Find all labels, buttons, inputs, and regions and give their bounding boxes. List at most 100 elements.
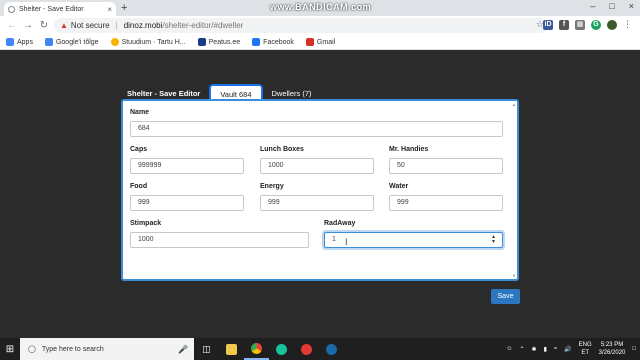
bookmark-stuudium[interactable]: Stuudium · Tartu H... (110, 38, 186, 46)
water-input[interactable]: 999 (389, 195, 503, 211)
radaway-label: RadAway (324, 220, 356, 227)
extensions-area: iD f ▦ G ⋮ (543, 19, 632, 30)
windows-taskbar: ⊞ ◯ Type here to search 🎤 ◫ ☺ ⌃ ✱ ▮ ≈ 🔊 … (0, 338, 640, 360)
new-tab-button[interactable]: + (121, 2, 127, 14)
bandicam-watermark: www.BANDICAM.com (270, 2, 372, 12)
water-label: Water (389, 183, 409, 190)
energy-input[interactable]: 999 (260, 195, 374, 211)
gmail-icon (305, 38, 314, 46)
apps-grid-icon (6, 38, 14, 46)
minimize-button[interactable]: – (590, 1, 595, 11)
search-placeholder: Type here to search (41, 345, 104, 353)
bandicam-taskbar-icon[interactable] (294, 338, 319, 360)
bookmark-label: Gmail (316, 38, 336, 46)
save-button[interactable]: Save (491, 289, 520, 304)
bookmark-label: Stuudium · Tartu H... (121, 38, 186, 46)
page-content: Shelter - Save Editor Vault 684 Dwellers… (0, 51, 640, 338)
url-host: dinoz.mobi (123, 21, 163, 30)
language-indicator[interactable]: ENG ET (579, 341, 592, 357)
url-path: /shelter-editor/#dweller (162, 21, 244, 30)
extension-box-icon[interactable]: ▦ (575, 19, 585, 30)
tab-title: Shelter - Save Editor (19, 5, 84, 13)
file-explorer-icon[interactable] (219, 338, 244, 360)
lang-top: ENG (578, 342, 592, 348)
panel-scrollbar[interactable]: ▲ ▼ (512, 101, 517, 279)
facebook-icon (252, 38, 261, 46)
stuudium-icon (110, 38, 119, 46)
search-icon: ◯ (28, 346, 36, 353)
bookmark-label: Facebook (263, 38, 294, 46)
mrhandies-input[interactable]: 50 (389, 158, 503, 174)
bluetooth-icon[interactable]: ✱ (532, 346, 537, 353)
bookmark-label: Google'i tõlge (55, 38, 99, 46)
bookmark-gmail[interactable]: Gmail (305, 38, 336, 46)
bookmark-google-translate[interactable]: Google'i tõlge (44, 38, 99, 46)
bookmark-facebook[interactable]: Facebook (252, 38, 294, 46)
window-controls: – □ × (590, 1, 634, 11)
windows-start-icon[interactable]: ⊞ (0, 338, 20, 360)
energy-label: Energy (260, 183, 284, 190)
bookmark-label: Apps (17, 38, 33, 46)
clock-date: 3/26/2020 (598, 350, 626, 356)
stimpack-input[interactable]: 1000 (130, 232, 309, 248)
extension-grammarly-icon[interactable]: G (591, 19, 601, 30)
browser-tab[interactable]: Shelter - Save Editor × (4, 2, 116, 16)
back-arrow-icon[interactable]: ← (4, 20, 20, 31)
battery-icon[interactable]: ▮ (544, 346, 547, 353)
browser-menu-icon[interactable]: ⋮ (623, 19, 632, 30)
name-label: Name (130, 109, 150, 116)
maximize-button[interactable]: □ (609, 1, 614, 11)
vault-panel: Name 684 Caps 999999 Lunch Boxes 1000 Mr… (121, 99, 519, 281)
bookmark-apps[interactable]: Apps (6, 38, 33, 46)
google-translate-icon (44, 38, 53, 46)
chrome-taskbar-icon[interactable] (244, 338, 269, 360)
clock-time: 5:23 PM (600, 342, 624, 348)
system-tray: ☺ ⌃ ✱ ▮ ≈ 🔊 ENG ET 5:23 PM 3/26/2020 □ (506, 338, 636, 360)
caps-label: Caps (130, 146, 148, 153)
volume-icon[interactable]: 🔊 (564, 346, 571, 353)
radaway-input[interactable]: 1 I ▲ ▼ (324, 232, 503, 248)
steam-taskbar-icon[interactable] (319, 338, 344, 360)
grammarly-taskbar-icon[interactable] (269, 338, 294, 360)
name-input[interactable]: 684 (130, 121, 503, 137)
microphone-icon[interactable]: 🎤 (178, 345, 188, 354)
peatus-icon (197, 38, 206, 46)
people-icon[interactable]: ☺ (506, 346, 512, 352)
number-spinner[interactable]: ▲ ▼ (491, 235, 496, 245)
not-secure-warning-icon: ▲ (60, 21, 68, 30)
food-input[interactable]: 999 (130, 195, 244, 211)
scroll-down-arrow-icon[interactable]: ▼ (512, 273, 516, 278)
browser-toolbar: ← → ↻ ▲ Not secure | dinoz.mobi/shelter-… (0, 16, 640, 35)
not-secure-label: Not secure (70, 21, 110, 30)
text-cursor-icon: I (345, 237, 348, 247)
taskbar-search-box[interactable]: ◯ Type here to search 🎤 (20, 338, 194, 360)
browser-tabstrip: Shelter - Save Editor × + www.BANDICAM.c… (0, 0, 640, 16)
bookmark-peatus[interactable]: Peatus.ee (197, 38, 241, 46)
taskbar-clock[interactable]: 5:23 PM 3/26/2020 (599, 341, 626, 357)
caps-input[interactable]: 999999 (130, 158, 244, 174)
address-bar[interactable]: ▲ Not secure | dinoz.mobi/shelter-editor… (54, 18, 548, 33)
extension-f-icon[interactable]: f (559, 19, 569, 30)
address-divider: | (115, 21, 118, 30)
site-favicon-icon (8, 5, 15, 13)
mrhandies-label: Mr. Handies (389, 146, 429, 153)
lunchboxes-input[interactable]: 1000 (260, 158, 374, 174)
task-view-icon[interactable]: ◫ (194, 338, 219, 360)
tab-close-icon[interactable]: × (107, 5, 112, 14)
scroll-up-arrow-icon[interactable]: ▲ (512, 102, 516, 107)
notifications-icon[interactable]: □ (632, 346, 636, 352)
stimpack-label: Stimpack (130, 220, 162, 227)
bookmarks-bar: Apps Google'i tõlge Stuudium · Tartu H..… (0, 35, 640, 50)
lang-bottom: ET (581, 350, 589, 356)
url-text: dinoz.mobi/shelter-editor/#dweller (124, 21, 244, 30)
radaway-value: 1 (332, 236, 336, 243)
extension-id-icon[interactable]: iD (543, 19, 553, 30)
bookmark-label: Peatus.ee (208, 38, 241, 46)
reload-icon[interactable]: ↻ (36, 20, 52, 31)
forward-arrow-icon[interactable]: → (20, 20, 36, 31)
wifi-icon[interactable]: ≈ (554, 346, 557, 352)
show-hidden-icons-chevron-icon[interactable]: ⌃ (520, 346, 525, 353)
close-window-button[interactable]: × (629, 1, 634, 11)
profile-avatar[interactable] (607, 19, 617, 30)
lunchboxes-label: Lunch Boxes (260, 146, 304, 153)
